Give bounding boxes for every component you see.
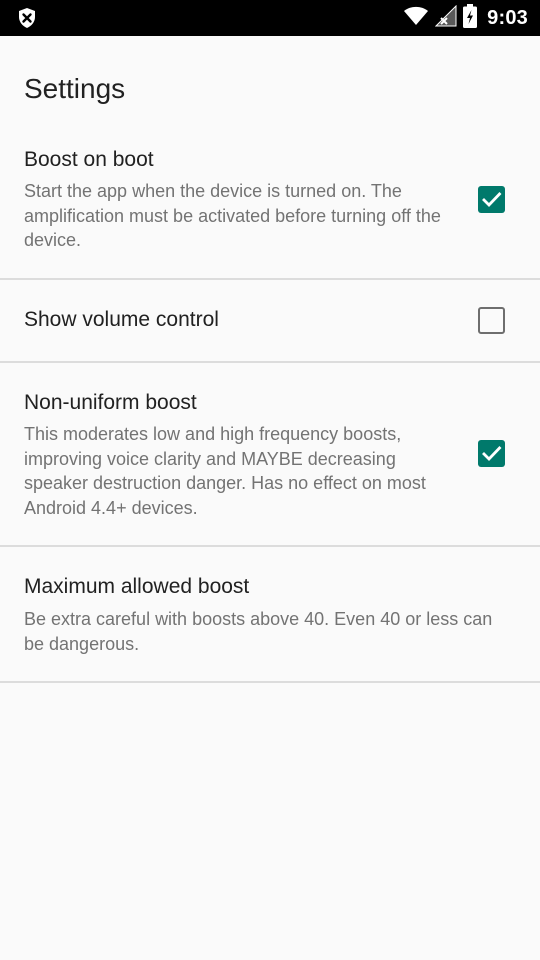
pref-summary: Start the app when the device is turned … <box>24 181 441 250</box>
check-icon <box>482 192 502 208</box>
signal-icon <box>434 4 457 32</box>
pref-title: Non-uniform boost <box>24 391 197 414</box>
status-icons: 9:03 <box>397 0 528 36</box>
page-title: Settings <box>24 73 126 104</box>
pref-show-volume-control[interactable]: Show volume control <box>0 280 540 361</box>
pref-maximum-allowed-boost[interactable]: Maximum allowed boost Be extra careful w… <box>0 547 540 681</box>
pref-summary: Be extra careful with boosts above 40. E… <box>24 609 493 654</box>
shield-close-icon <box>15 6 39 30</box>
boost-on-boot-checkbox[interactable] <box>478 186 505 213</box>
check-icon <box>482 446 502 462</box>
status-bar: 9:03 <box>0 0 540 36</box>
show-volume-control-checkbox[interactable] <box>478 307 505 334</box>
pref-title: Show volume control <box>24 308 219 331</box>
pref-title: Boost on boot <box>24 148 154 171</box>
status-time: 9:03 <box>487 6 528 29</box>
pref-non-uniform-boost[interactable]: Non-uniform boost This moderates low and… <box>0 363 540 545</box>
wifi-icon <box>403 5 429 32</box>
pref-summary: This moderates low and high frequency bo… <box>24 424 426 518</box>
non-uniform-boost-checkbox[interactable] <box>478 440 505 467</box>
pref-boost-on-boot[interactable]: Boost on boot Start the app when the dev… <box>0 128 540 278</box>
battery-charging-icon <box>463 3 478 33</box>
pref-title: Maximum allowed boost <box>24 575 250 598</box>
divider <box>0 681 540 683</box>
